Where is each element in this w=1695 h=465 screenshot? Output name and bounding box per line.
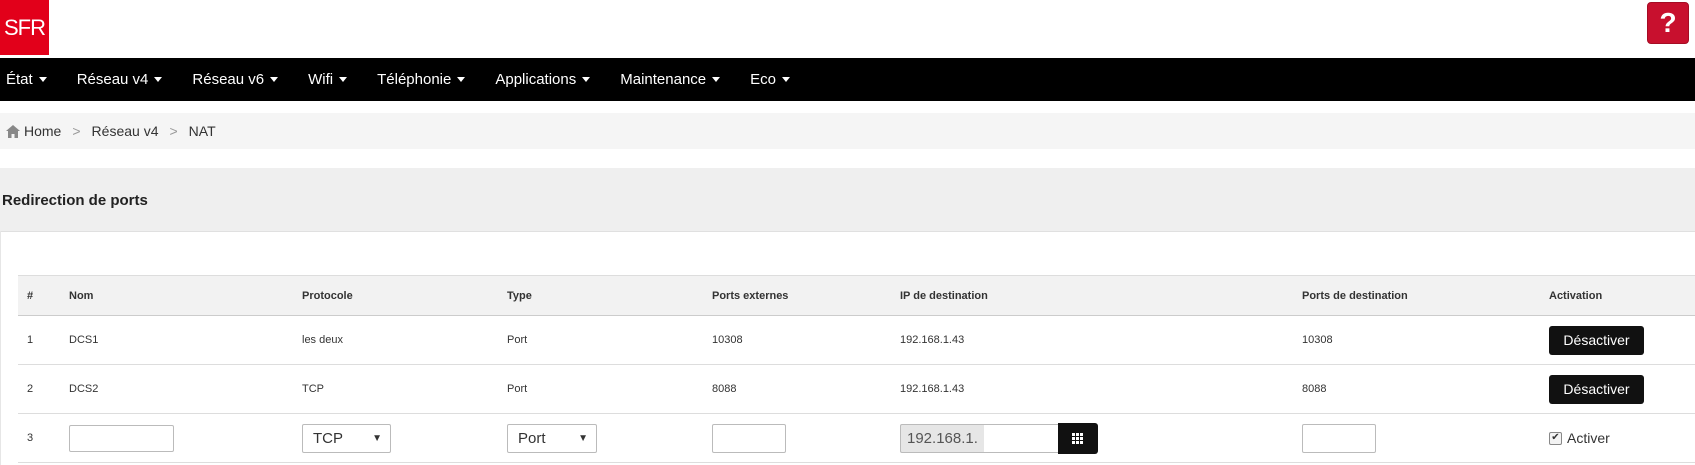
cell-protocole: TCP bbox=[302, 383, 324, 395]
cell-nom: DCS2 bbox=[69, 383, 99, 395]
dropdown-arrow-icon: ▼ bbox=[578, 432, 588, 444]
port-forwarding-panel: # Nom Protocole Type Ports externes IP d… bbox=[0, 231, 1695, 465]
cell-ports-externes: 10308 bbox=[712, 334, 743, 346]
table-header-row: # Nom Protocole Type Ports externes IP d… bbox=[18, 275, 1695, 316]
cell-ip-destination: 192.168.1.43 bbox=[900, 383, 965, 395]
nav-reseau-v4[interactable]: Réseau v4 bbox=[62, 58, 178, 101]
deactivate-button[interactable]: Désactiver bbox=[1549, 374, 1644, 404]
top-header: SFR ? bbox=[0, 0, 1695, 58]
cell-num: 2 bbox=[27, 383, 34, 395]
breadcrumb-separator: > bbox=[72, 123, 81, 139]
breadcrumb-home-label: Home bbox=[24, 123, 62, 139]
table-row: 2 DCS2 TCP Port 8088 192.168.1.43 8088 D… bbox=[18, 365, 1695, 414]
cell-protocole: TCP ▼ bbox=[293, 414, 498, 463]
nav-label: Réseau v6 bbox=[192, 71, 265, 88]
header-protocole: Protocole bbox=[302, 289, 353, 302]
cell-activation: Désactiver bbox=[1540, 365, 1695, 414]
table-row: 1 DCS1 les deux Port 10308 192.168.1.43 … bbox=[18, 316, 1695, 365]
breadcrumb-reseau-v4[interactable]: Réseau v4 bbox=[92, 123, 159, 139]
caret-down-icon bbox=[712, 77, 721, 82]
home-icon bbox=[6, 124, 20, 138]
nav-label: Réseau v4 bbox=[76, 71, 149, 88]
deactivate-button[interactable]: Désactiver bbox=[1549, 325, 1644, 355]
cell-activation: Désactiver bbox=[1540, 316, 1695, 365]
new-rule-row: 3 TCP ▼ Port ▼ 192.168.1. ✔ Activer bbox=[18, 414, 1695, 463]
nav-telephonie[interactable]: Téléphonie bbox=[362, 58, 480, 101]
section-header: Redirection de ports bbox=[0, 168, 1695, 232]
nav-label: État bbox=[6, 71, 33, 88]
cell-nom: DCS1 bbox=[69, 334, 99, 346]
nav-label: Wifi bbox=[308, 71, 334, 88]
header-activation: Activation bbox=[1549, 289, 1603, 302]
cell-ports-destination: 10308 bbox=[1302, 334, 1333, 346]
caret-down-icon bbox=[782, 77, 791, 82]
cell-ports-destination bbox=[1293, 414, 1540, 463]
cell-ip-destination: 192.168.1.43 bbox=[900, 334, 965, 346]
header-nom: Nom bbox=[69, 289, 94, 302]
nav-eco[interactable]: Eco bbox=[735, 58, 805, 101]
header-ports-externes: Ports externes bbox=[712, 289, 789, 302]
sfr-logo[interactable]: SFR bbox=[0, 0, 49, 55]
caret-down-icon bbox=[270, 77, 279, 82]
caret-down-icon bbox=[582, 77, 591, 82]
name-input[interactable] bbox=[69, 424, 174, 452]
breadcrumb-separator: > bbox=[169, 123, 178, 139]
cell-type: Port ▼ bbox=[498, 414, 703, 463]
cell-ports-externes bbox=[703, 414, 891, 463]
nav-label: Eco bbox=[750, 71, 777, 88]
destination-ports-input[interactable] bbox=[1302, 423, 1376, 453]
cell-type: Port bbox=[507, 383, 528, 395]
protocol-select[interactable]: TCP ▼ bbox=[302, 423, 391, 453]
nav-label: Téléphonie bbox=[377, 71, 452, 88]
cell-ip-destination: 192.168.1. bbox=[891, 414, 1293, 463]
help-button[interactable]: ? bbox=[1647, 2, 1689, 44]
activate-checkbox-label[interactable]: ✔ Activer bbox=[1549, 430, 1695, 446]
caret-down-icon bbox=[154, 77, 163, 82]
cell-type: Port bbox=[507, 334, 528, 346]
ip-prefix: 192.168.1. bbox=[900, 423, 984, 453]
cell-protocole: les deux bbox=[302, 334, 343, 346]
nav-applications[interactable]: Applications bbox=[480, 58, 605, 101]
type-select[interactable]: Port ▼ bbox=[507, 423, 597, 453]
header-ip-destination: IP de destination bbox=[900, 289, 988, 302]
cell-num: 3 bbox=[27, 432, 34, 444]
ip-last-octet-input[interactable] bbox=[983, 423, 1058, 453]
port-forwarding-table: # Nom Protocole Type Ports externes IP d… bbox=[18, 275, 1695, 463]
activate-label: Activer bbox=[1567, 430, 1610, 446]
nav-wifi[interactable]: Wifi bbox=[293, 58, 362, 101]
header-type: Type bbox=[507, 289, 532, 302]
dropdown-arrow-icon: ▼ bbox=[372, 432, 382, 444]
cell-ports-destination: 8088 bbox=[1302, 383, 1327, 395]
external-ports-input[interactable] bbox=[712, 423, 786, 453]
nav-maintenance[interactable]: Maintenance bbox=[605, 58, 735, 101]
grid-icon bbox=[1072, 432, 1084, 444]
main-navbar: État Réseau v4 Réseau v6 Wifi Téléphonie… bbox=[0, 58, 1695, 101]
device-list-button[interactable] bbox=[1057, 422, 1098, 454]
section-title: Redirection de ports bbox=[2, 192, 148, 209]
breadcrumb-home[interactable]: Home bbox=[0, 123, 61, 139]
type-select-value: Port bbox=[518, 429, 546, 447]
protocol-select-value: TCP bbox=[313, 429, 343, 447]
ip-destination-group: 192.168.1. bbox=[900, 422, 1293, 454]
header-num: # bbox=[27, 289, 34, 302]
cell-activation: ✔ Activer bbox=[1540, 414, 1695, 463]
nav-reseau-v6[interactable]: Réseau v6 bbox=[177, 58, 293, 101]
breadcrumb: Home > Réseau v4 > NAT bbox=[0, 113, 1695, 149]
caret-down-icon bbox=[38, 77, 47, 82]
cell-nom bbox=[60, 414, 293, 463]
caret-down-icon bbox=[457, 77, 466, 82]
nav-etat[interactable]: État bbox=[0, 58, 62, 101]
nav-label: Maintenance bbox=[620, 71, 707, 88]
cell-ports-externes: 8088 bbox=[712, 383, 737, 395]
cell-num: 1 bbox=[27, 334, 34, 346]
breadcrumb-nat: NAT bbox=[188, 123, 216, 139]
activate-checkbox[interactable]: ✔ bbox=[1549, 431, 1562, 445]
nav-label: Applications bbox=[495, 71, 577, 88]
caret-down-icon bbox=[339, 77, 348, 82]
header-ports-destination: Ports de destination bbox=[1302, 289, 1408, 302]
